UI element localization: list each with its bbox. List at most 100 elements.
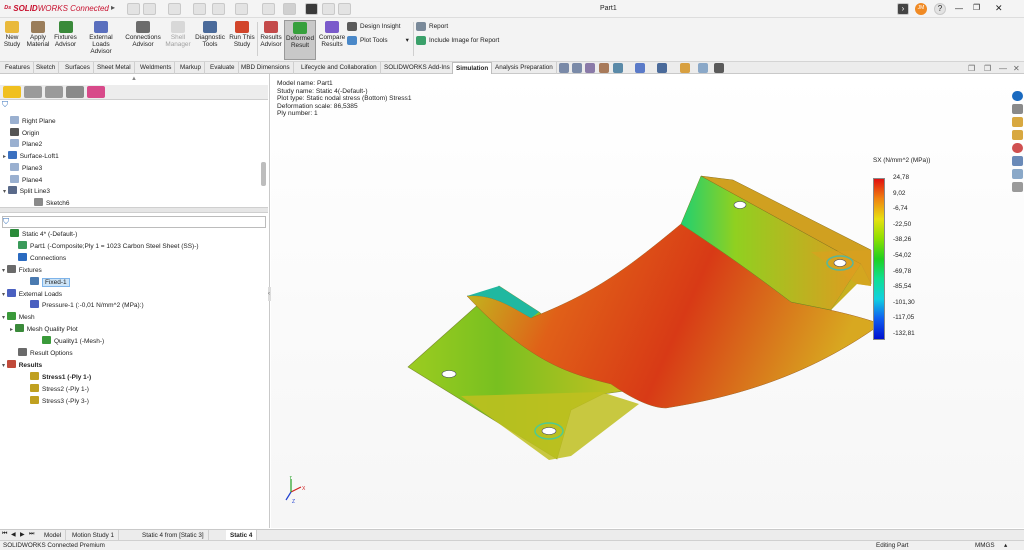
file-properties-icon[interactable] [322,3,335,15]
minimize-doc-icon[interactable]: — [999,64,1007,73]
tab-analysis-preparation[interactable]: Analysis Preparation [492,62,557,74]
tab-sketch[interactable]: Sketch [33,62,60,74]
appearance-icon[interactable] [680,63,690,73]
file-explorer-icon[interactable] [1012,117,1023,127]
tab-mbd-dimensions[interactable]: MBD Dimensions [238,62,294,74]
expand-arrow-icon[interactable]: ▾ [2,315,7,321]
close-doc-icon[interactable]: ✕ [1013,64,1020,73]
solidworks-resources-icon[interactable] [1012,91,1023,101]
results-advisor-button[interactable]: Results Advisor [259,20,283,60]
tab-simulation[interactable]: Simulation [452,62,493,74]
tab-surfaces[interactable]: Surfaces [62,62,94,74]
sim-tree-item[interactable]: Result Options [10,348,73,360]
sim-tree-item[interactable]: Stress2 (-Ply 1-) [22,383,89,396]
feature-item[interactable]: Plane3 [3,162,42,175]
sim-tree-item[interactable]: Static 4* (-Default-) [2,229,77,241]
sim-tree-item[interactable]: ▸ Mesh Quality Plot [10,324,78,336]
help-icon[interactable]: ? [934,3,946,15]
expand-arrow-icon[interactable]: ▾ [2,363,7,369]
display-settings-icon[interactable] [714,63,724,73]
print-icon[interactable] [212,3,225,15]
view-orientation-icon[interactable] [635,63,645,73]
report-button[interactable]: Report [416,21,448,33]
zoom-fit-icon[interactable] [559,63,569,73]
tab-features[interactable]: Features [2,62,34,74]
section-view-icon[interactable] [599,63,609,73]
command-icon[interactable]: › [897,3,909,15]
external-loads-advisor-button[interactable]: External Loads Advisor [80,20,122,60]
apply-material-button[interactable]: Apply Material [26,20,50,60]
tile-doc-icon[interactable]: ❐ [984,64,991,73]
feature-item[interactable]: ▸ Surface-Loft1 [3,151,59,163]
sim-tree-item[interactable]: ▾ Fixtures [2,264,42,277]
tree-scrollbar[interactable] [261,162,266,186]
tab-solidworks-add-ins[interactable]: SOLIDWORKS Add-Ins [381,62,454,74]
sim-tree-item[interactable]: Fixed-1 [22,276,70,289]
diagnostic-tools-button[interactable]: Diagnostic Tools [195,20,225,60]
deformed-result-button[interactable]: Deformed Result [284,20,316,60]
sim-tree-item[interactable]: ▾ Results [2,359,42,372]
pane-collapse-arrow[interactable]: ▲ [0,76,268,85]
sim-tree-item[interactable]: Stress1 (-Ply 1-) [22,371,91,384]
sim-tree-item[interactable]: Quality1 (-Mesh-) [34,336,104,348]
featuremanager-tab-icon[interactable] [3,86,21,98]
traffic-light-icon[interactable] [305,3,318,15]
propertymanager-tab-icon[interactable] [24,86,42,98]
legend-color-bar[interactable] [873,178,885,340]
design-library-icon[interactable] [1012,104,1023,114]
design-insight-button[interactable]: Design Insight [347,21,401,33]
sim-tree-filter[interactable]: ⛉ [2,216,266,228]
zoom-area-icon[interactable] [572,63,582,73]
expand-arrow-icon[interactable]: ▸ [3,154,8,160]
expand-arrow-icon[interactable]: ▾ [2,292,7,298]
fixtures-advisor-button[interactable]: Fixtures Advisor [53,20,78,60]
tree-filter[interactable]: ⛉ [2,100,266,112]
prev-tab-icon[interactable]: ◀ [11,531,16,538]
next-tab-icon[interactable]: ▶ [20,531,25,538]
expand-arrow-icon[interactable]: ▸ [10,327,15,333]
chevron-down-icon[interactable]: ▾ [406,37,409,44]
configurationmanager-tab-icon[interactable] [45,86,63,98]
restore-icon[interactable]: ❐ [973,3,980,12]
forum-icon[interactable] [1012,169,1023,179]
close-icon[interactable]: ✕ [995,3,1003,14]
run-study-button[interactable]: Run This Study [228,20,256,60]
avatar[interactable]: JM [915,3,927,15]
tab-weldments[interactable]: Weldments [137,62,176,74]
tab-lifecycle-and-collaboration[interactable]: Lifecycle and Collaboration [298,62,381,74]
options-gear-icon[interactable] [338,3,351,15]
sim-tree-item[interactable]: Pressure-1 (:-0,01 N/mm^2 (MPa):) [22,300,144,312]
home-icon[interactable] [127,3,140,15]
flyout-arrow-icon[interactable]: ▸ [111,3,115,12]
scene-icon[interactable] [698,63,708,73]
feature-item[interactable]: Origin [3,127,39,140]
select-arrow-icon[interactable] [283,3,296,15]
redo-icon[interactable] [262,3,275,15]
view-palette-icon[interactable] [1012,130,1023,140]
include-image-button[interactable]: Include Image for Report [416,35,499,47]
save-icon[interactable] [193,3,206,15]
dynamic-annotation-icon[interactable] [613,63,623,73]
last-tab-icon[interactable]: ⏭ [29,531,34,538]
appearances-icon[interactable] [1012,143,1023,153]
feature-item[interactable]: Right Plane [3,116,56,128]
tab-evaluate[interactable]: Evaluate [207,62,239,74]
expand-arrow-icon[interactable]: ▾ [2,268,7,274]
feature-item[interactable]: Plane4 [3,174,42,187]
new-study-button[interactable]: New Study [2,20,22,60]
dimxpert-tab-icon[interactable] [66,86,84,98]
expand-arrow-icon[interactable]: ▾ [3,189,8,195]
sim-tree-item[interactable]: ▾ External Loads [2,288,62,301]
plot-tools-button[interactable]: Plot Tools ▾ [347,35,409,47]
sim-tree-item[interactable]: Part1 (-Composite;Ply 1 = 1023 Carbon St… [10,240,199,253]
filter-icon[interactable]: ⛉ [2,100,8,109]
connections-advisor-button[interactable]: Connections Advisor [125,20,161,60]
recover-icon[interactable] [1012,182,1023,192]
display-manager-tab-icon[interactable] [87,86,105,98]
custom-properties-icon[interactable] [1012,156,1023,166]
filter-icon[interactable]: ⛉ [3,217,9,226]
new-doc-icon[interactable] [143,3,156,15]
open-icon[interactable] [168,3,181,15]
sim-tree-item[interactable]: ▾ Mesh [2,312,35,324]
compare-results-button[interactable]: Compare Results [318,20,346,60]
